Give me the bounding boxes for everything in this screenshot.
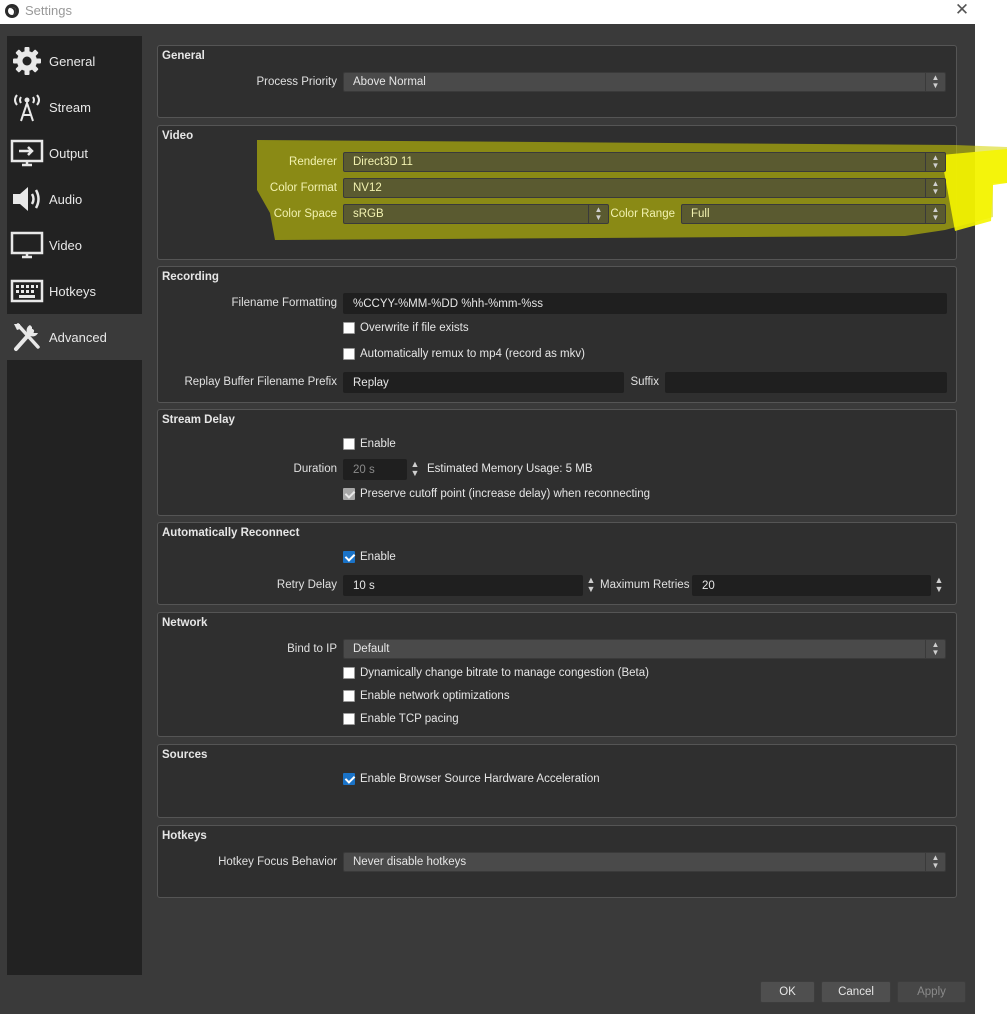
group-title: Automatically Reconnect	[162, 527, 300, 539]
bind-ip-label: Bind to IP	[287, 643, 337, 655]
dynamic-bitrate-label: Dynamically change bitrate to manage con…	[360, 667, 649, 679]
color-format-select[interactable]: NV12 ▲ ▼	[343, 178, 946, 198]
renderer-label: Renderer	[289, 156, 337, 168]
group-title: General	[162, 50, 205, 62]
sidebar-item-label: Video	[49, 238, 83, 253]
group-title: Network	[162, 617, 208, 629]
preserve-cutoff-checkbox[interactable]	[343, 488, 355, 500]
remux-checkbox[interactable]	[343, 348, 355, 360]
spin-arrows-icon[interactable]: ▲ ▼	[584, 575, 598, 596]
group-title: Recording	[162, 271, 219, 283]
renderer-select[interactable]: Direct3D 11 ▲ ▼	[343, 152, 946, 172]
sidebar-item-advanced[interactable]: Advanced	[7, 314, 142, 360]
color-range-select[interactable]: Full ▲ ▼	[681, 204, 946, 224]
sidebar-item-label: General	[49, 54, 96, 69]
updown-arrows-icon: ▲ ▼	[925, 640, 945, 658]
memory-usage-text: Estimated Memory Usage: 5 MB	[427, 463, 593, 475]
group-title: Hotkeys	[162, 830, 207, 842]
reconnect-enable-checkbox[interactable]	[343, 551, 355, 563]
preserve-cutoff-label: Preserve cutoff point (increase delay) w…	[360, 488, 651, 500]
suffix-label: Suffix	[630, 376, 659, 388]
updown-arrows-icon: ▲ ▼	[925, 73, 945, 91]
retry-delay-label: Retry Delay	[276, 579, 337, 591]
sidebar-item-stream[interactable]: Stream	[7, 84, 142, 130]
process-priority-label: Process Priority	[256, 76, 337, 88]
tcp-pacing-label: Enable TCP pacing	[360, 713, 459, 725]
spin-arrows-icon[interactable]: ▲ ▼	[408, 459, 422, 480]
sidebar-item-audio[interactable]: Audio	[7, 176, 142, 222]
speaker-icon	[13, 187, 40, 211]
group-title: Sources	[162, 749, 208, 761]
sidebar-item-hotkeys[interactable]: Hotkeys	[7, 268, 142, 314]
close-button[interactable]: ✕	[953, 0, 971, 20]
overwrite-checkbox[interactable]	[343, 322, 355, 334]
obs-logo-icon	[5, 4, 19, 18]
color-space-label: Color Space	[273, 208, 337, 220]
spin-arrows-icon[interactable]: ▲ ▼	[932, 575, 946, 596]
network-optimizations-checkbox[interactable]	[343, 690, 355, 702]
sidebar-item-label: Hotkeys	[49, 284, 96, 299]
gear-icon	[13, 47, 41, 75]
filename-formatting-input[interactable]: %CCYY-%MM-%DD %hh-%mm-%ss	[343, 293, 947, 314]
browser-accel-label: Enable Browser Source Hardware Accelerat…	[360, 773, 600, 785]
sidebar-item-label: Audio	[49, 192, 83, 207]
reconnect-enable-label: Enable	[360, 551, 396, 563]
sidebar-item-video[interactable]: Video	[7, 222, 142, 268]
bind-ip-select[interactable]: Default ▲ ▼	[343, 639, 946, 659]
sidebar: General Stream Output Audio Video Hotkey…	[7, 36, 142, 975]
filename-formatting-label: Filename Formatting	[231, 297, 337, 309]
remux-label: Automatically remux to mp4 (record as mk…	[360, 348, 585, 360]
suffix-input[interactable]	[665, 372, 947, 393]
replay-prefix-label: Replay Buffer Filename Prefix	[184, 376, 337, 388]
retry-delay-spinbox[interactable]: 10 s	[343, 575, 583, 596]
monitor-icon	[10, 231, 44, 259]
title-bar	[0, 0, 1008, 24]
sidebar-item-output[interactable]: Output	[7, 130, 142, 176]
tcp-pacing-checkbox[interactable]	[343, 713, 355, 725]
duration-label: Duration	[293, 463, 337, 475]
updown-arrows-icon: ▲ ▼	[925, 153, 945, 171]
color-range-label: Color Range	[610, 208, 675, 220]
sidebar-item-label: Advanced	[49, 330, 107, 345]
broadcast-tower-icon	[14, 94, 40, 122]
sidebar-item-label: Output	[49, 146, 89, 161]
hotkey-focus-select[interactable]: Never disable hotkeys ▲ ▼	[343, 852, 946, 872]
duration-spinbox[interactable]: 20 s	[343, 459, 407, 480]
max-retries-spinbox[interactable]: 20	[692, 575, 931, 596]
monitor-output-icon	[10, 139, 44, 167]
overwrite-label: Overwrite if file exists	[360, 322, 469, 334]
group-title: Video	[162, 130, 194, 142]
stream-delay-enable-label: Enable	[360, 438, 396, 450]
apply-button[interactable]: Apply	[897, 981, 966, 1003]
network-optimizations-label: Enable network optimizations	[360, 690, 510, 702]
hotkey-focus-label: Hotkey Focus Behavior	[218, 856, 337, 868]
replay-prefix-input[interactable]: Replay	[343, 372, 624, 393]
tools-icon	[14, 323, 40, 351]
color-format-label: Color Format	[269, 182, 337, 194]
keyboard-icon	[10, 279, 44, 303]
color-space-select[interactable]: sRGB ▲ ▼	[343, 204, 609, 224]
max-retries-label: Maximum Retries	[600, 579, 690, 591]
sidebar-item-general[interactable]: General	[7, 38, 142, 84]
group-title: Stream Delay	[162, 414, 235, 426]
browser-accel-checkbox[interactable]	[343, 773, 355, 785]
dynamic-bitrate-checkbox[interactable]	[343, 667, 355, 679]
process-priority-select[interactable]: Above Normal ▲ ▼	[343, 72, 946, 92]
sidebar-item-label: Stream	[49, 100, 91, 115]
window-title: Settings	[25, 3, 72, 18]
updown-arrows-icon: ▲ ▼	[925, 853, 945, 871]
updown-arrows-icon: ▲ ▼	[588, 205, 608, 223]
ok-button[interactable]: OK	[760, 981, 815, 1003]
updown-arrows-icon: ▲ ▼	[925, 205, 945, 223]
updown-arrows-icon: ▲ ▼	[925, 179, 945, 197]
stream-delay-enable-checkbox[interactable]	[343, 438, 355, 450]
cancel-button[interactable]: Cancel	[821, 981, 891, 1003]
